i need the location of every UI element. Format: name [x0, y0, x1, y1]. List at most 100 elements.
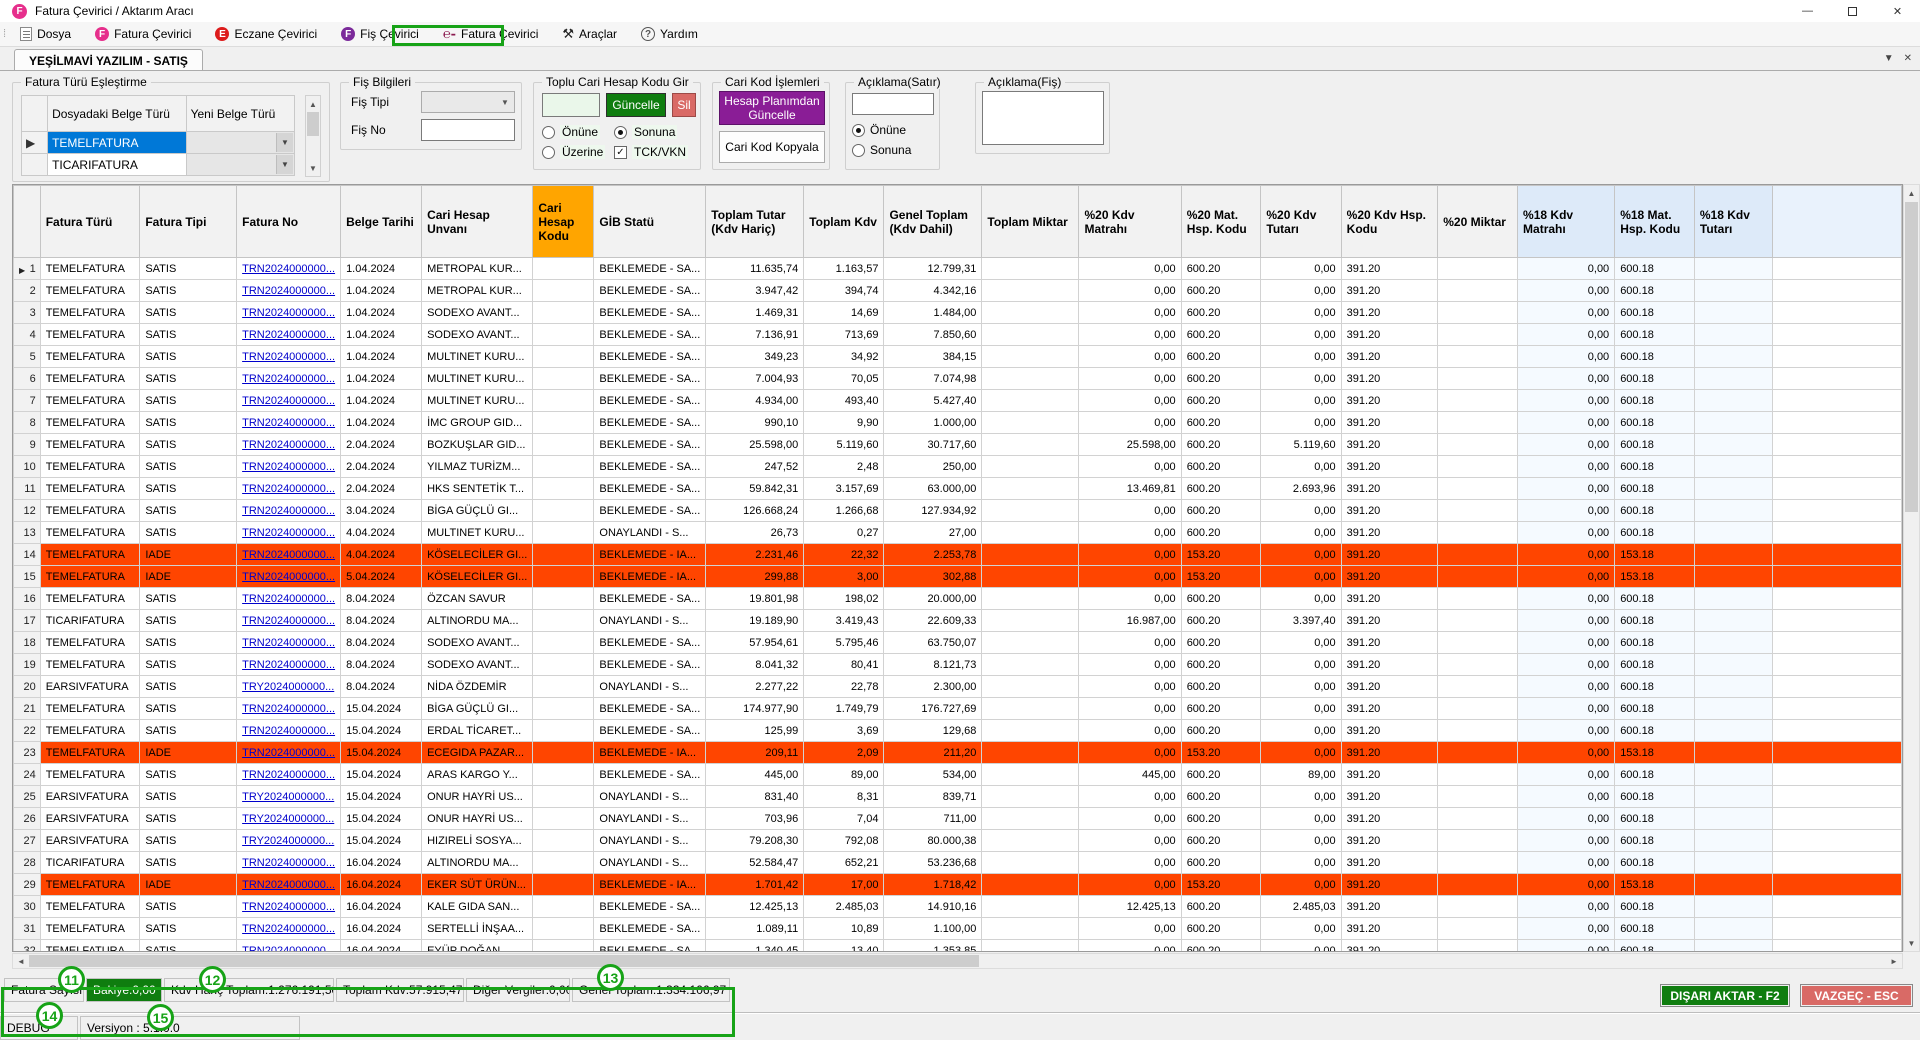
cell-cari-unvan[interactable]: SODEXO AVANT... [422, 654, 533, 676]
scroll-right-icon[interactable]: ► [1886, 954, 1902, 968]
cell-no[interactable]: 32 [14, 940, 41, 953]
cell-kdv18-tutar[interactable] [1694, 544, 1772, 566]
cell-miktar20[interactable] [1438, 764, 1518, 786]
cell-cari-unvan[interactable]: KÖSELECİLER GI... [422, 544, 533, 566]
cell-mat18-kodu[interactable]: 600.18 [1615, 412, 1695, 434]
cell-belge-tarihi[interactable]: 8.04.2024 [341, 654, 422, 676]
cell-mat20-kodu[interactable]: 153.20 [1181, 544, 1261, 566]
cell-kdv20-hsp-kodu[interactable]: 391.20 [1341, 786, 1438, 808]
cell-kdv18-matrah[interactable]: 0,00 [1518, 632, 1615, 654]
cell-fatura-tipi[interactable]: SATIS [140, 830, 237, 852]
cell-fatura-turu[interactable]: TEMELFATURA [40, 632, 140, 654]
invoice-link[interactable]: TRN2024000000... [242, 923, 335, 935]
menu-araclar[interactable]: ⚒ Araçlar [554, 23, 625, 45]
invoice-link[interactable]: TRN2024000000... [242, 461, 335, 473]
cell-kdv20-hsp-kodu[interactable]: 391.20 [1341, 412, 1438, 434]
cell-mat18-kodu[interactable]: 600.18 [1615, 808, 1695, 830]
cell-toplam-tutar[interactable]: 209,11 [706, 742, 804, 764]
cell-fatura-no[interactable]: TRN2024000000... [237, 324, 341, 346]
cell-kdv18-matrah[interactable]: 0,00 [1518, 852, 1615, 874]
cell-miktar20[interactable] [1438, 588, 1518, 610]
sil-button[interactable]: Sil [672, 93, 696, 117]
cell-fatura-no[interactable]: TRY2024000000... [237, 786, 341, 808]
cell-mat20-kodu[interactable]: 600.20 [1181, 588, 1261, 610]
cell-miktar20[interactable] [1438, 610, 1518, 632]
cell-fatura-no[interactable]: TRY2024000000... [237, 676, 341, 698]
cell-gib-statu[interactable]: BEKLEMEDE - IA... [594, 544, 706, 566]
cell-toplam-kdv[interactable]: 713,69 [804, 324, 884, 346]
cell-toplam-miktar[interactable] [982, 786, 1079, 808]
grid-vertical-scrollbar[interactable]: ▲ ▼ [1903, 184, 1920, 952]
menu-eczane-cevirici[interactable]: E Eczane Çevirici [207, 24, 325, 44]
cell-fatura-no[interactable]: TRN2024000000... [237, 720, 341, 742]
cell-toplam-tutar[interactable]: 57.954,61 [706, 632, 804, 654]
cell-miktar20[interactable] [1438, 698, 1518, 720]
cell-kdv18-tutar[interactable] [1694, 676, 1772, 698]
cell-mat20-kodu[interactable]: 600.20 [1181, 808, 1261, 830]
column-header-mat20-kodu[interactable]: %20 Mat. Hsp. Kodu [1181, 186, 1261, 258]
cell-toplam-tutar[interactable]: 4.934,00 [706, 390, 804, 412]
cell-genel-toplam[interactable]: 63.000,00 [884, 478, 982, 500]
cell-kdv18-tutar[interactable] [1694, 896, 1772, 918]
cell-belge-tarihi[interactable]: 15.04.2024 [341, 742, 422, 764]
cell-toplam-kdv[interactable]: 792,08 [804, 830, 884, 852]
cell-kdv18-tutar[interactable] [1694, 786, 1772, 808]
cell-kdv18-tutar[interactable] [1694, 566, 1772, 588]
cell-genel-toplam[interactable]: 1.100,00 [884, 918, 982, 940]
cell-kdv20-hsp-kodu[interactable]: 391.20 [1341, 302, 1438, 324]
column-header-no[interactable] [14, 186, 41, 258]
cell-belge-tarihi[interactable]: 15.04.2024 [341, 764, 422, 786]
cell-kdv20-hsp-kodu[interactable]: 391.20 [1341, 852, 1438, 874]
cell-kdv20-matrah[interactable]: 0,00 [1079, 588, 1181, 610]
cell-kdv20-tutar[interactable]: 0,00 [1261, 940, 1341, 953]
cell-fatura-tipi[interactable]: SATIS [140, 896, 237, 918]
invoice-link[interactable]: TRY2024000000... [242, 791, 334, 803]
cell-kdv20-tutar[interactable]: 3.397,40 [1261, 610, 1341, 632]
cell-mat18-kodu[interactable]: 600.18 [1615, 830, 1695, 852]
cell-no[interactable]: 3 [14, 302, 41, 324]
cell-no[interactable]: 26 [14, 808, 41, 830]
cell-mat20-kodu[interactable]: 600.20 [1181, 456, 1261, 478]
cell-gib-statu[interactable]: BEKLEMEDE - SA... [594, 764, 706, 786]
column-header-toplam-kdv[interactable]: Toplam Kdv [804, 186, 884, 258]
cell-kdv20-hsp-kodu[interactable]: 391.20 [1341, 522, 1438, 544]
cell-kdv20-matrah[interactable]: 0,00 [1079, 258, 1181, 280]
cell-kdv20-hsp-kodu[interactable]: 391.20 [1341, 698, 1438, 720]
invoice-link[interactable]: TRN2024000000... [242, 659, 335, 671]
cell-fatura-turu[interactable]: TEMELFATURA [40, 918, 140, 940]
vazgec-button[interactable]: VAZGEÇ - ESC [1800, 984, 1913, 1007]
cell-kdv20-matrah[interactable]: 0,00 [1079, 544, 1181, 566]
cell-mat18-kodu[interactable]: 600.18 [1615, 588, 1695, 610]
cell-mat20-kodu[interactable]: 600.20 [1181, 852, 1261, 874]
cell-kdv20-tutar[interactable]: 0,00 [1261, 676, 1341, 698]
column-header-fatura-tipi[interactable]: Fatura Tipi [140, 186, 237, 258]
cell-cari-unvan[interactable]: BİGA GÜÇLÜ GI... [422, 500, 533, 522]
cell-no[interactable]: 2 [14, 280, 41, 302]
cell-toplam-tutar[interactable]: 1.089,11 [706, 918, 804, 940]
mapping-cell-belge-turu[interactable]: TEMELFATURA [48, 132, 187, 154]
cell-gib-statu[interactable]: ONAYLANDI - S... [594, 676, 706, 698]
cell-kdv20-matrah[interactable]: 0,00 [1079, 280, 1181, 302]
cell-genel-toplam[interactable]: 53.236,68 [884, 852, 982, 874]
cell-fatura-no[interactable]: TRY2024000000... [237, 808, 341, 830]
cell-mat18-kodu[interactable]: 600.18 [1615, 720, 1695, 742]
cell-no[interactable]: 30 [14, 896, 41, 918]
cell-fatura-turu[interactable]: TICARIFATURA [40, 852, 140, 874]
cell-toplam-miktar[interactable] [982, 654, 1079, 676]
cell-fatura-tipi[interactable]: SATIS [140, 434, 237, 456]
cell-miktar20[interactable] [1438, 390, 1518, 412]
grid-horizontal-scrollbar[interactable]: ◄ ► [12, 953, 1903, 969]
cell-cari-kodu[interactable] [533, 632, 594, 654]
cell-cari-unvan[interactable]: SODEXO AVANT... [422, 324, 533, 346]
cell-fatura-no[interactable]: TRN2024000000... [237, 896, 341, 918]
cell-fatura-tipi[interactable]: SATIS [140, 522, 237, 544]
cell-fatura-turu[interactable]: TEMELFATURA [40, 522, 140, 544]
cell-fatura-no[interactable]: TRN2024000000... [237, 874, 341, 896]
cell-fatura-no[interactable]: TRN2024000000... [237, 522, 341, 544]
cell-fatura-turu[interactable]: TEMELFATURA [40, 456, 140, 478]
invoice-link[interactable]: TRN2024000000... [242, 769, 335, 781]
cell-genel-toplam[interactable]: 12.799,31 [884, 258, 982, 280]
cell-cari-unvan[interactable]: METROPAL KUR... [422, 258, 533, 280]
cell-fatura-turu[interactable]: TEMELFATURA [40, 764, 140, 786]
menu-fatura-cevirici[interactable]: F Fatura Çevirici [87, 24, 199, 44]
